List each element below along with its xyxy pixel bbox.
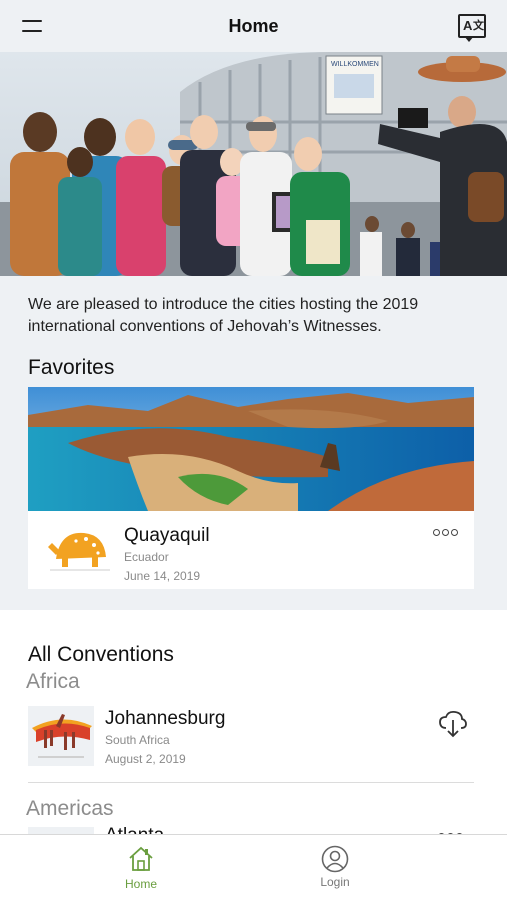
favorite-country: Ecuador	[124, 550, 169, 564]
user-icon	[321, 845, 349, 873]
favorites-heading: Favorites	[28, 356, 115, 379]
region-heading-africa: Africa	[26, 670, 80, 693]
tab-home-label: Home	[124, 877, 157, 891]
tab-login[interactable]: Login	[275, 835, 395, 900]
all-conventions-heading: All Conventions	[28, 643, 174, 666]
intro-text: We are pleased to introduce the cities h…	[28, 296, 419, 335]
home-icon	[129, 846, 153, 871]
favorite-city-name: Quayaquil	[124, 525, 210, 546]
list-divider	[28, 782, 474, 783]
convention-row[interactable]: Johannesburg South Africa August 2, 2019	[28, 706, 474, 776]
top-bar: Home A文	[0, 0, 507, 52]
hero-photo: WILLKOMMEN	[0, 52, 507, 276]
tab-login-label: Login	[320, 875, 350, 889]
page-title: Home	[228, 16, 279, 36]
favorite-card[interactable]: Quayaquil Ecuador June 14, 2019	[28, 387, 474, 589]
bottom-tab-bar: Home Login	[0, 834, 507, 900]
convention-date: August 2, 2019	[105, 752, 186, 766]
tortoise-icon	[48, 532, 110, 571]
favorite-landscape-photo	[28, 387, 474, 511]
cloud-download-icon[interactable]	[438, 710, 468, 738]
more-options-icon[interactable]	[433, 527, 461, 539]
giraffes-icon	[28, 706, 94, 766]
convention-city-name: Johannesburg	[105, 708, 226, 729]
hero-banner-text: WILLKOMMEN	[331, 61, 379, 68]
tab-home[interactable]: Home	[81, 835, 201, 900]
convention-country: South Africa	[105, 733, 170, 747]
region-heading-americas: Americas	[26, 797, 114, 820]
translate-language-icon[interactable]: A文	[458, 14, 486, 42]
all-conventions-panel: All Conventions Africa Johannesburg Sout…	[0, 610, 507, 836]
favorite-date: June 14, 2019	[124, 569, 201, 583]
